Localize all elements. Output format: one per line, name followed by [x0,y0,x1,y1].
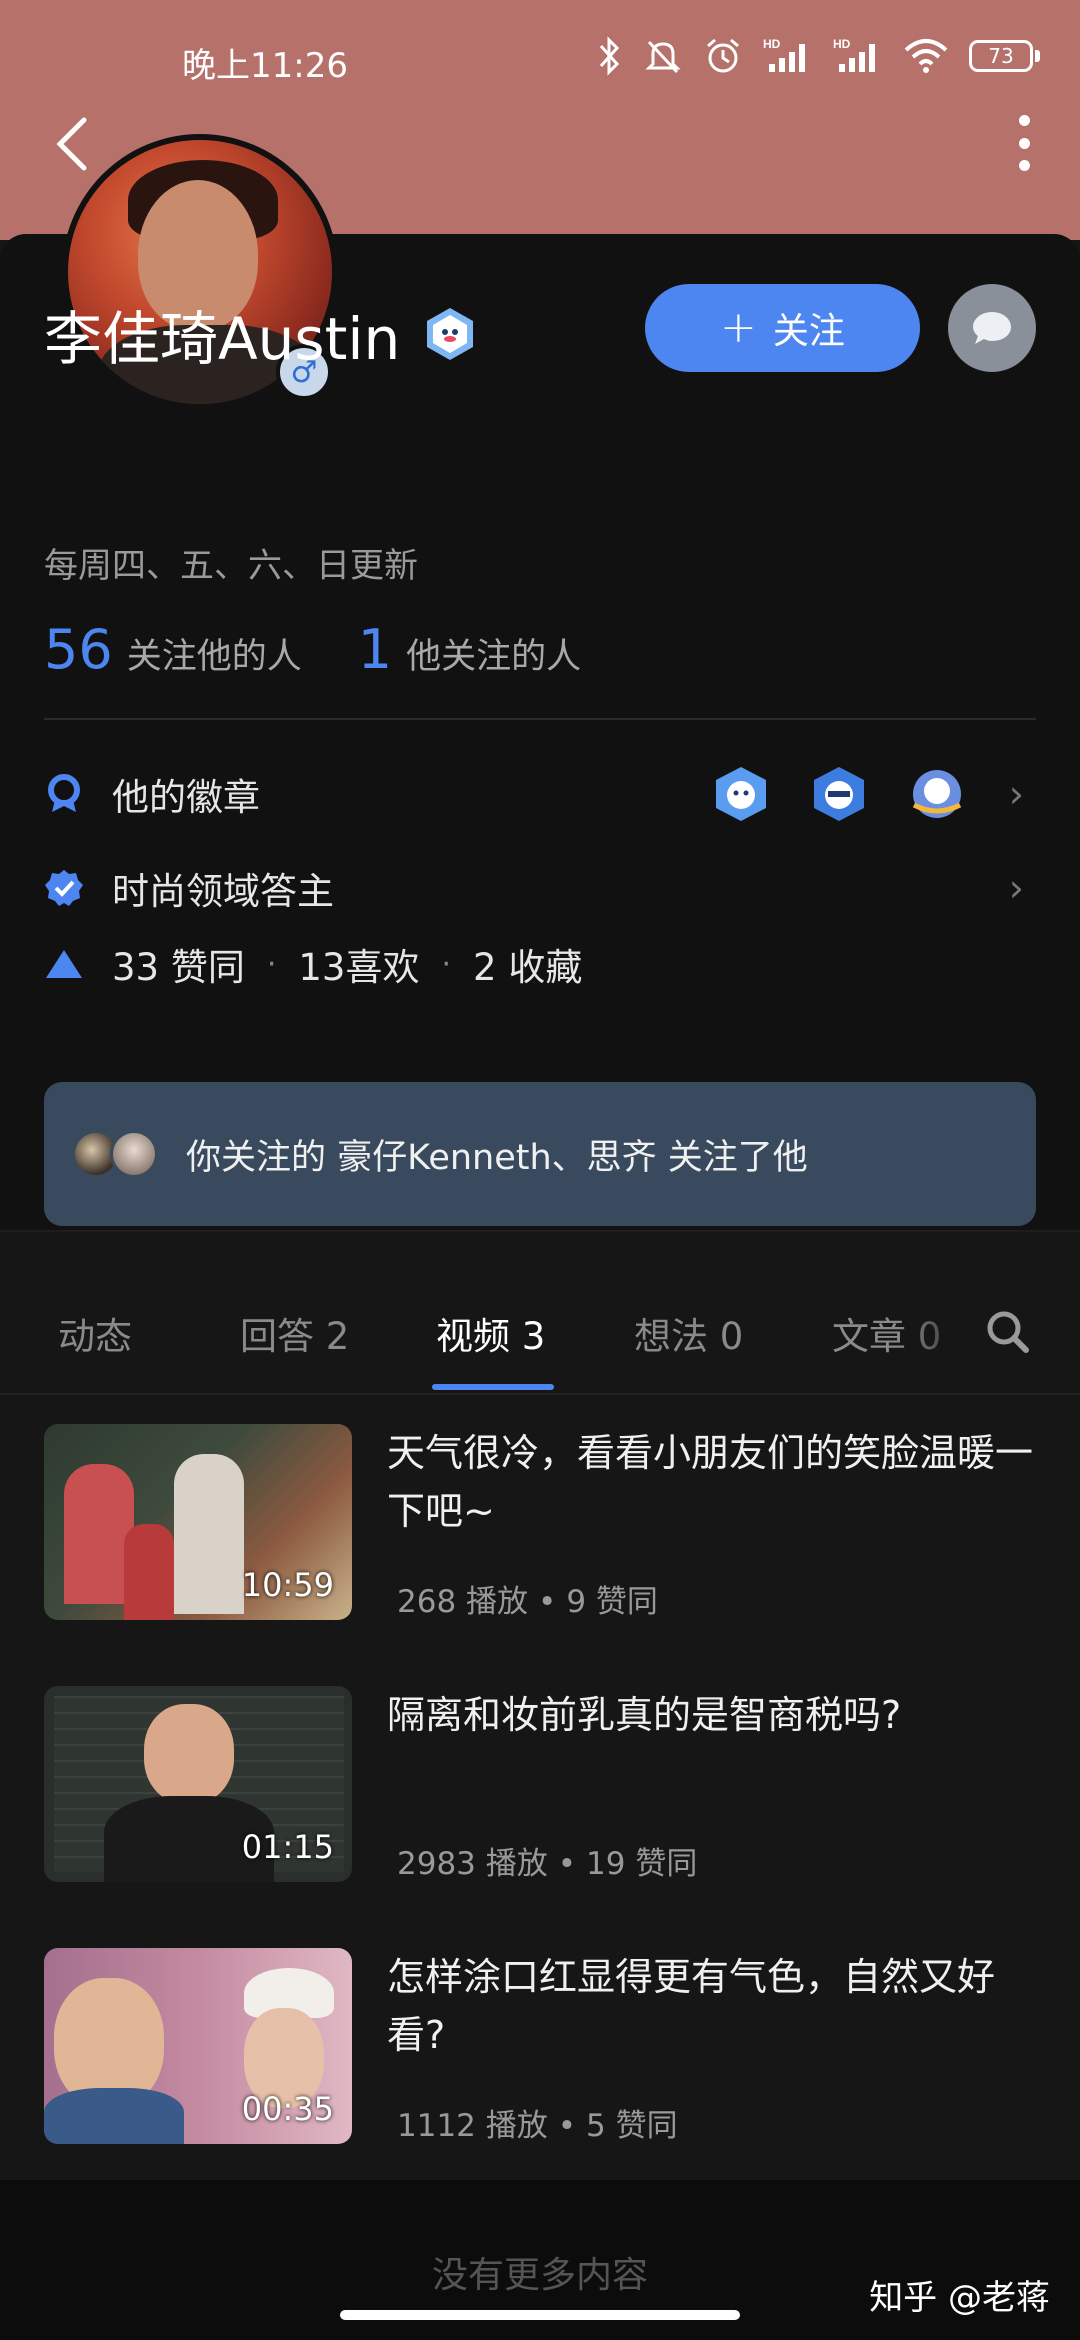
video-likes: 19 赞同 [586,1846,698,1882]
divider [44,718,1036,720]
video-meta: 1112 播放 • 5 赞同 [397,2108,678,2144]
signal-hd-icon-2: HD [833,37,875,72]
content-tabs: 动态 回答 2 视频 3 想法 0 文章 0 [0,1230,1080,1395]
svg-text:HD: HD [833,37,851,51]
back-button[interactable] [48,112,100,176]
video-likes: 9 赞同 [566,1584,658,1620]
home-indicator[interactable] [340,2310,740,2320]
video-duration: 10:59 [241,1566,334,1604]
mute-bell-icon [645,40,681,74]
profile-name: 李佳琦Austin [44,305,401,373]
followers-count[interactable]: 56 [44,618,113,681]
stat-likes: 33 赞同 [112,946,245,989]
badge-icon [912,770,962,818]
search-button[interactable] [984,1308,1032,1356]
following-label[interactable]: 他关注的人 [406,628,581,679]
tab-answers[interactable]: 回答 2 [240,1306,349,1360]
stats-row: 33 赞同 · 13喜欢 · 2 收藏 [44,934,1036,994]
more-options-button[interactable] [1012,115,1036,171]
status-bar: 晚上11:26 HD HD 73 [0,0,1080,120]
field-row[interactable]: 时尚领域答主 › [44,858,1036,918]
field-label: 时尚领域答主 [112,870,334,913]
video-title[interactable]: 隔离和妆前乳真的是智商税吗? [387,1686,1047,1744]
badge-list [712,765,966,823]
video-likes: 5 赞同 [586,2108,678,2144]
battery-level: 73 [988,44,1014,68]
video-title[interactable]: 怎样涂口红显得更有气色，自然又好看? [387,1948,1047,2064]
follow-counts: 56 关注他的人 1 他关注的人 [44,618,581,681]
plus-icon: + [720,302,757,353]
followers-label[interactable]: 关注他的人 [127,628,302,679]
tab-thoughts[interactable]: 想法 0 [634,1306,743,1360]
badge-icon [716,767,766,821]
avatar [110,1130,158,1178]
list-item[interactable]: 01:15 隔离和妆前乳真的是智商税吗? 2983 播放 • 19 赞同 [44,1686,1036,1882]
mutual-followers-text: 你关注的 豪仔Kenneth、思齐 关注了他 [186,1137,808,1178]
stat-collections: 2 收藏 [473,946,583,989]
video-meta: 268 播放 • 9 赞同 [397,1584,658,1620]
medal-icon [44,774,84,814]
video-thumbnail[interactable]: 01:15 [44,1686,352,1882]
video-duration: 01:15 [241,1828,334,1866]
profile-bio: 每周四、五、六、日更新 [44,546,418,586]
status-icons: HD HD 73 [597,36,1040,76]
badges-label: 他的徽章 [112,776,260,819]
verified-badge-icon[interactable] [422,306,478,362]
stat-favorites: 13喜欢 [298,946,420,989]
video-thumbnail[interactable]: 00:35 [44,1948,352,2144]
video-duration: 00:35 [241,2090,334,2128]
tab-videos[interactable]: 视频 3 [436,1306,545,1360]
alarm-icon [707,38,739,73]
message-button[interactable] [948,284,1036,372]
list-item[interactable]: 10:59 天气很冷，看看小朋友们的笑脸温暖一下吧~ 268 播放 • 9 赞同 [44,1424,1036,1620]
battery-icon: 73 [969,40,1040,72]
watermark: 知乎 @老蒋 [869,2278,1050,2318]
signal-hd-icon: HD [763,37,805,72]
chevron-left-icon [56,117,87,171]
video-plays: 1112 播放 [397,2108,548,2144]
wifi-icon [904,39,948,73]
follow-button-label: 关注 [772,311,845,352]
chevron-right-icon: › [1008,772,1024,816]
video-meta: 2983 播放 • 19 赞同 [397,1846,698,1882]
video-plays: 2983 播放 [397,1846,548,1882]
follow-button[interactable]: + 关注 [645,284,920,372]
list-item[interactable]: 00:35 怎样涂口红显得更有气色，自然又好看? 1112 播放 • 5 赞同 [44,1948,1036,2144]
bluetooth-icon [599,36,620,76]
mutual-followers-card[interactable]: 你关注的 豪仔Kenneth、思齐 关注了他 [44,1082,1036,1226]
verified-check-icon [44,868,84,908]
badge-icon [814,767,864,821]
svg-text:HD: HD [763,37,781,51]
upvote-icon [44,944,84,984]
chevron-right-icon: › [1008,866,1024,910]
video-thumbnail[interactable]: 10:59 [44,1424,352,1620]
video-title[interactable]: 天气很冷，看看小朋友们的笑脸温暖一下吧~ [387,1424,1047,1540]
status-time: 晚上11:26 [182,46,348,86]
chat-bubble-icon [973,312,1011,344]
search-icon [987,1311,1029,1353]
name-row: 李佳琦Austin [44,292,478,376]
active-tab-indicator [432,1384,554,1390]
video-plays: 268 播放 [397,1584,529,1620]
tab-activity[interactable]: 动态 [58,1306,132,1360]
badges-row[interactable]: 他的徽章 › [44,764,1036,824]
mutual-avatars [72,1130,164,1178]
profile-page: 晚上11:26 HD HD 73 ♂ + 关注 李佳琦Austin 每周四、五、… [0,0,1080,2340]
following-count[interactable]: 1 [358,618,392,681]
